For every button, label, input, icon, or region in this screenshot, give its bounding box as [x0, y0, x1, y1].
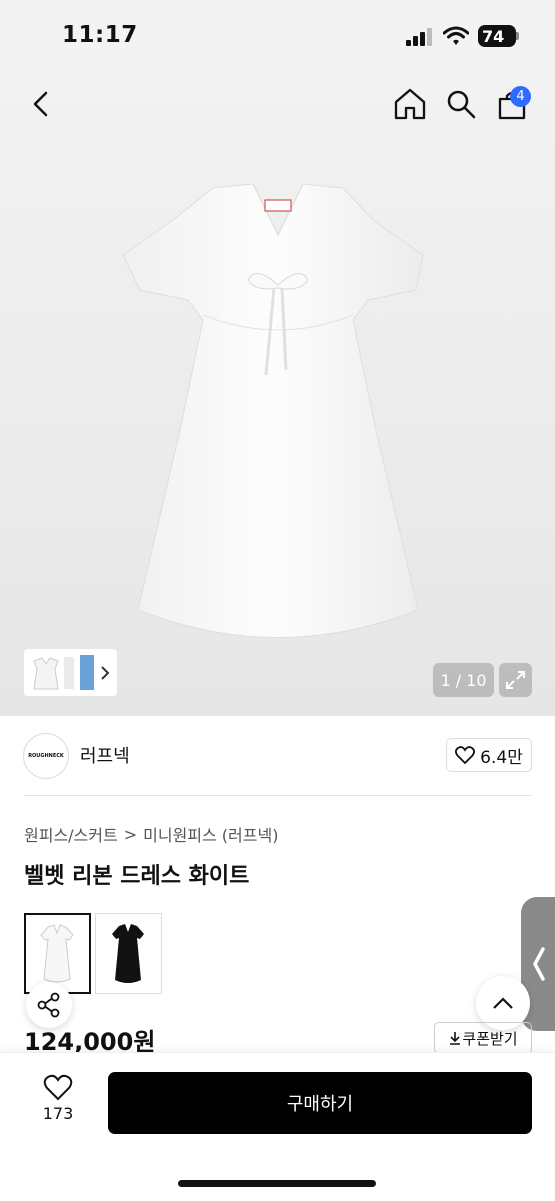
- breadcrumb: 원피스/스커트 > 미니원피스 (러프넥): [24, 822, 278, 846]
- brand-like-count: 6.4만: [480, 747, 523, 768]
- brand-name[interactable]: 러프넥: [80, 742, 130, 768]
- divider: [24, 795, 532, 796]
- breadcrumb-subcategory[interactable]: 미니원피스 (러프넥): [143, 822, 278, 846]
- dress-image: [122, 183, 424, 638]
- battery-indicator: 74: [478, 25, 516, 47]
- thumbnail-next-icon[interactable]: [99, 665, 111, 681]
- back-icon[interactable]: [30, 90, 52, 118]
- heart-icon: [455, 746, 476, 764]
- heart-icon: [43, 1074, 73, 1101]
- option-swatch-black[interactable]: [95, 913, 162, 994]
- expand-button[interactable]: [499, 663, 532, 697]
- wishlist-count: 173: [42, 1104, 74, 1123]
- option-swatch-white[interactable]: [24, 913, 91, 994]
- brand-logo[interactable]: ROUGHNECK: [23, 733, 69, 779]
- download-icon: [450, 1032, 461, 1045]
- breadcrumb-separator: >: [123, 824, 138, 844]
- share-icon: [37, 992, 60, 1018]
- white-dress-thumbnail: [40, 924, 74, 983]
- buy-button[interactable]: 구매하기: [108, 1072, 532, 1134]
- coupon-button[interactable]: 쿠폰받기: [434, 1022, 532, 1054]
- breadcrumb-category[interactable]: 원피스/스커트: [24, 822, 118, 846]
- search-icon[interactable]: [446, 89, 476, 119]
- cart-count-badge: 4: [510, 86, 531, 107]
- wishlist-button[interactable]: 173: [38, 1074, 78, 1123]
- share-button[interactable]: [26, 982, 72, 1028]
- battery-tip: [516, 32, 519, 40]
- wifi-icon: [443, 26, 469, 45]
- expand-icon: [506, 671, 525, 689]
- brand-like-button[interactable]: 6.4만: [446, 738, 532, 772]
- coupon-label: 쿠폰받기: [462, 1029, 518, 1048]
- black-dress-thumbnail: [112, 924, 144, 983]
- status-time: 11:17: [62, 22, 138, 48]
- home-icon[interactable]: [393, 88, 427, 120]
- image-counter: 1 / 10: [433, 663, 494, 697]
- product-title: 벨벳 리본 드레스 화이트: [24, 864, 250, 889]
- home-indicator: [178, 1180, 376, 1187]
- chevron-up-icon: [493, 997, 513, 1009]
- signal-icon: [406, 28, 432, 46]
